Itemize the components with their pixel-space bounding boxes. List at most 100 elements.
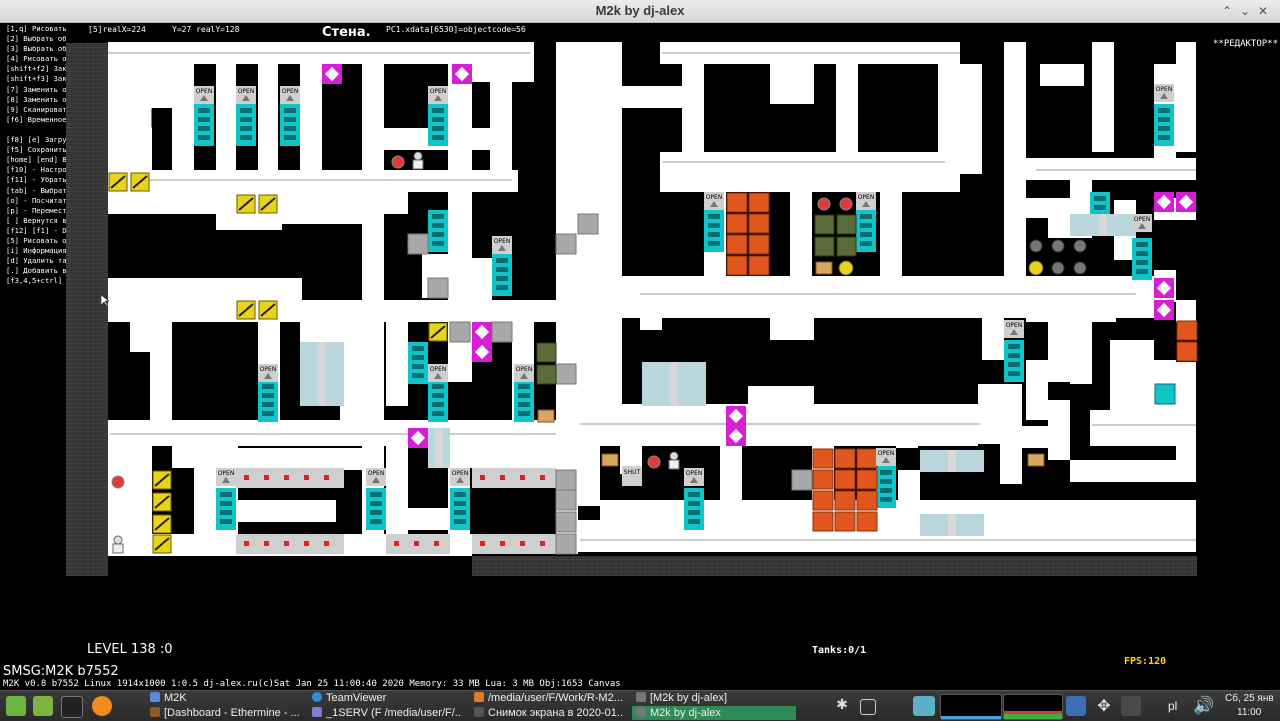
door-slat <box>1136 242 1148 247</box>
orange-crate <box>748 192 770 213</box>
door-slat <box>198 135 210 140</box>
open-label: OPEN <box>258 364 278 382</box>
open-text: OPEN <box>1006 322 1023 329</box>
cyan-door <box>514 380 534 422</box>
wall-segment <box>1048 400 1070 460</box>
magenta-portal <box>322 64 342 84</box>
minimize-button[interactable]: ⌃ <box>1220 4 1234 18</box>
yellow-crate <box>258 300 278 320</box>
wall-segment <box>790 42 812 102</box>
task-m2k-bracket[interactable]: [M2k by dj-alex] <box>636 691 786 705</box>
game-stage[interactable]: OPEN OPEN OPEN OPEN OPEN OPEN OPEN OPEN OPEN OPEN… <box>0 23 1280 690</box>
task-filemanager[interactable]: /media/user/F/Work/R-M2... <box>474 691 624 705</box>
open-text: OPEN <box>516 366 533 373</box>
keyboard-layout[interactable]: pl <box>1168 699 1177 713</box>
level-map[interactable]: OPEN OPEN OPEN OPEN OPEN OPEN OPEN OPEN OPEN OPEN… <box>0 23 1280 690</box>
brick-wall-left <box>66 43 108 576</box>
mine-icon <box>1073 239 1087 253</box>
laser-dot <box>480 475 485 480</box>
orange-crate <box>748 255 770 276</box>
open-label: OPEN <box>684 468 704 486</box>
open-label: OPEN <box>236 86 256 104</box>
wall-segment <box>1070 460 1196 482</box>
radiation-icon <box>1028 260 1044 276</box>
workspace-icon[interactable] <box>860 699 876 715</box>
pc-xdata-readout: PC1.xdata[6530]=objectcode=56 <box>386 25 526 34</box>
door-slat <box>1008 353 1020 358</box>
door-slat <box>370 519 382 524</box>
mine-icon <box>1051 239 1065 253</box>
door-slat <box>1158 126 1170 131</box>
wall-segment <box>918 404 984 426</box>
orange-crate <box>856 490 878 511</box>
task-ethermine[interactable]: [Dashboard - Ethermine - ... <box>150 706 300 720</box>
task-label: TeamViewer <box>326 692 387 704</box>
laser-dot <box>480 541 485 546</box>
clock-date: Сб, 25 янв <box>1225 693 1274 704</box>
open-text: OPEN <box>706 194 723 201</box>
door-slat <box>284 126 296 131</box>
ammo-crate <box>836 214 857 235</box>
pipe-tile <box>555 489 577 511</box>
help-line: [o] - Посчитать в <box>6 195 66 205</box>
door-slat <box>240 108 252 113</box>
help-line: [f10] - Настройки <box>6 165 66 175</box>
wall-segment <box>938 42 960 152</box>
ammo-crate <box>836 236 857 257</box>
editor-cursor <box>151 108 171 128</box>
pipe-tile <box>555 363 577 385</box>
task-m2k-active[interactable]: M2k by dj-alex <box>632 706 796 720</box>
bluetooth-icon[interactable]: ✱ <box>835 696 849 716</box>
network-icon[interactable]: ✥ <box>1094 696 1114 716</box>
open-text: OPEN <box>1134 216 1151 223</box>
door-slat <box>1136 260 1148 265</box>
barrier-core <box>318 342 326 406</box>
wall-segment <box>1000 404 1022 484</box>
maximize-button[interactable]: ⌄ <box>1238 4 1252 18</box>
laser-dot <box>284 541 289 546</box>
engine-status-line: M2K v0.8 b7552 Linux 1914x1000 1:0.5 dj-… <box>3 679 623 689</box>
task-screenshot[interactable]: Снимок экрана в 2020-01... <box>474 706 624 720</box>
firefox-icon[interactable] <box>92 696 112 716</box>
door-slat <box>496 267 508 272</box>
astronaut-body <box>668 459 680 470</box>
cyan-barrier <box>1070 214 1136 236</box>
cyan-door <box>408 342 428 384</box>
volume-icon[interactable]: 🔊 <box>1193 696 1217 716</box>
laser-lane <box>472 468 556 488</box>
open-label: OPEN <box>194 86 214 104</box>
menu-icon[interactable] <box>6 696 26 716</box>
door-slat <box>412 373 424 378</box>
yellow-crate <box>130 172 150 192</box>
notes-icon[interactable] <box>1121 696 1141 716</box>
task-m2k[interactable]: M2K <box>150 691 300 705</box>
help-line <box>6 125 66 135</box>
folder-icon[interactable] <box>913 696 935 716</box>
window-titlebar[interactable]: M2k by dj-alex ⌃ ⌄ ✕ <box>0 0 1280 23</box>
task-1serv[interactable]: _1SERV (F /media/user/F/... <box>312 706 462 720</box>
door-slat <box>860 223 872 228</box>
orange-crate <box>812 469 834 490</box>
help-line: [f8] [e] Загрузит <box>6 135 66 145</box>
orange-crate <box>1176 341 1198 362</box>
task-teamviewer[interactable]: TeamViewer <box>312 691 462 705</box>
terminal-icon[interactable] <box>61 696 83 718</box>
door-slat <box>1158 135 1170 140</box>
files-icon[interactable] <box>33 696 53 716</box>
laser-dot <box>304 541 309 546</box>
wall-segment <box>1040 64 1084 86</box>
door-slat <box>432 117 444 122</box>
close-button[interactable]: ✕ <box>1256 4 1270 18</box>
update-icon[interactable] <box>1066 696 1086 716</box>
ammo-crate <box>814 214 835 235</box>
door-slat <box>220 510 232 515</box>
wall-segment <box>896 404 918 448</box>
door-slat <box>432 384 444 389</box>
door-slat <box>518 393 530 398</box>
door-slat <box>240 135 252 140</box>
wall-segment <box>790 172 812 282</box>
yellow-crate <box>236 300 256 320</box>
door-slat <box>262 393 274 398</box>
barrier-core <box>1099 214 1107 236</box>
magenta-portal <box>1154 278 1174 298</box>
